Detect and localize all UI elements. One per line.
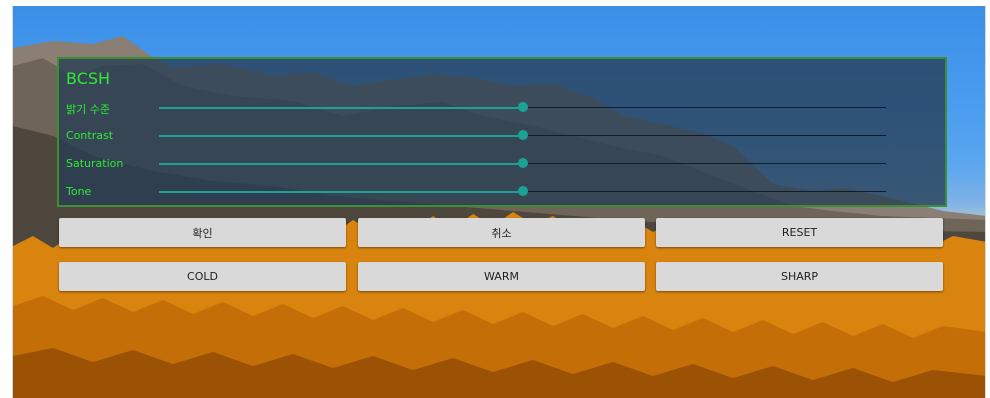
bcsh-panel: BCSH 밝기 수준 Contrast Saturation Tone [57, 57, 947, 207]
confirm-button[interactable]: 확인 [59, 218, 346, 247]
cold-button[interactable]: COLD [59, 262, 346, 291]
tone-slider-row: Tone [59, 183, 945, 205]
contrast-slider-fill [159, 135, 523, 137]
brightness-label: 밝기 수준 [66, 103, 110, 116]
warm-button[interactable]: WARM [358, 262, 645, 291]
contrast-slider-thumb[interactable] [517, 130, 528, 140]
tone-slider-thumb[interactable] [517, 186, 528, 196]
brightness-slider-thumb[interactable] [517, 102, 528, 112]
display-frame: BCSH 밝기 수준 Contrast Saturation Tone 확인 취 [12, 6, 986, 398]
reset-button[interactable]: RESET [656, 218, 943, 247]
cancel-button[interactable]: 취소 [358, 218, 645, 247]
brightness-slider-fill [159, 107, 523, 109]
saturation-slider-thumb[interactable] [517, 158, 528, 168]
sharp-button[interactable]: SHARP [656, 262, 943, 291]
contrast-label: Contrast [66, 129, 114, 142]
brightness-slider-row: 밝기 수준 [59, 99, 945, 121]
panel-title: BCSH [66, 69, 111, 88]
saturation-slider-row: Saturation [59, 155, 945, 177]
saturation-label: Saturation [66, 157, 124, 170]
tone-label: Tone [66, 185, 92, 198]
contrast-slider-row: Contrast [59, 127, 945, 149]
tone-slider-fill [159, 191, 523, 193]
saturation-slider-fill [159, 163, 523, 165]
